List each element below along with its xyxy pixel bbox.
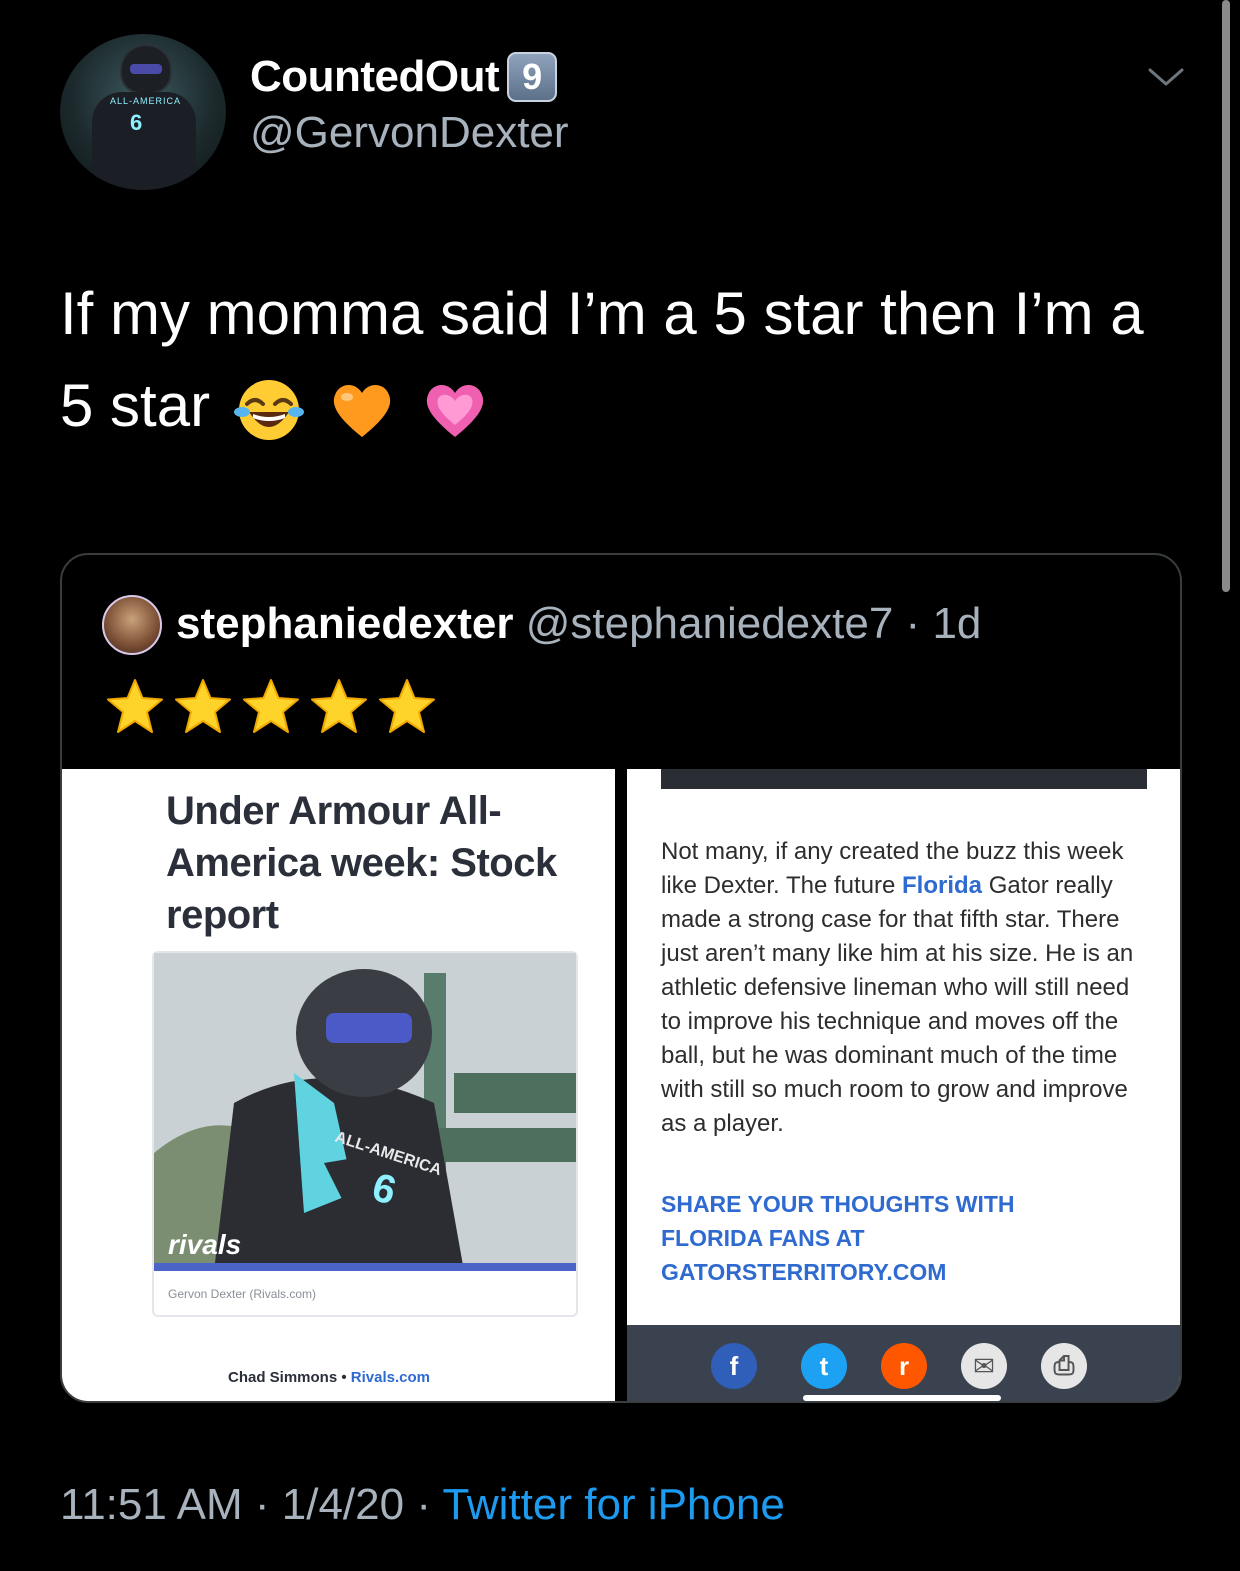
star-rating <box>104 677 438 735</box>
article-header-strip <box>661 769 1147 789</box>
byline-separator: • <box>341 1369 347 1386</box>
email-icon[interactable]: ✉ <box>961 1343 1007 1389</box>
article-photo-card: ALL-AMERICA 6 rivals Gervon Dexter (Riva… <box>152 951 578 1317</box>
author-handle[interactable]: @GervonDexter <box>250 108 569 158</box>
quoted-image-right[interactable]: Not many, if any created the buzz this w… <box>627 769 1180 1401</box>
facebook-icon[interactable]: f <box>711 1343 757 1389</box>
star-icon <box>311 679 367 733</box>
keycap-nine-emoji: 9 <box>507 52 558 102</box>
quoted-age: 1d <box>932 599 982 648</box>
tweet-body: If my momma said I’m a 5 star then I’m a… <box>60 280 1144 439</box>
quoted-handle[interactable]: @stephaniedexte7 <box>526 599 894 648</box>
quoted-separator: · <box>905 599 921 648</box>
star-icon <box>379 679 435 733</box>
avatar-visor <box>130 64 162 74</box>
chevron-down-icon[interactable] <box>1146 62 1186 92</box>
tweet-date: 1/4/20 <box>281 1480 405 1529</box>
byline-author: Chad Simmons <box>228 1369 338 1386</box>
photo-caption: Gervon Dexter (Rivals.com) <box>168 1287 317 1301</box>
meta-separator: · <box>254 1480 270 1529</box>
pink-heart-emoji <box>426 385 484 438</box>
player-illustration: ALL-AMERICA 6 <box>154 953 576 1271</box>
share-thoughts-cta: SHARE YOUR THOUGHTS WITH FLORIDA FANS AT… <box>661 1191 1015 1285</box>
avatar-jersey <box>92 92 196 190</box>
quoted-tweet-card[interactable]: stephaniedexter @stephaniedexte7 · 1d Un… <box>60 553 1182 1403</box>
article-title: Under Armour All-America week: Stock rep… <box>166 789 557 937</box>
quoted-header[interactable]: stephaniedexter @stephaniedexte7 · 1d <box>176 599 981 649</box>
laughing-tears-emoji <box>233 380 304 441</box>
article-photo: ALL-AMERICA 6 rivals <box>154 953 576 1271</box>
star-icon <box>243 679 299 733</box>
author-display-name[interactable]: CountedOut <box>250 52 500 102</box>
tweet-text: If my momma said I’m a 5 star then I’m a… <box>60 268 1190 452</box>
star-icon <box>175 679 231 733</box>
quoted-display-name[interactable]: stephaniedexter <box>176 599 513 648</box>
tweet-source-link[interactable]: Twitter for iPhone <box>442 1480 784 1529</box>
author-avatar[interactable]: ALL-AMERICA 6 <box>60 34 226 190</box>
scrollbar[interactable] <box>1222 0 1230 592</box>
orange-heart-emoji <box>334 385 391 438</box>
print-icon[interactable]: ⎙ <box>1041 1343 1087 1389</box>
reddit-icon[interactable]: r <box>881 1343 927 1389</box>
photo-accent-bar <box>154 1263 576 1271</box>
twitter-icon[interactable]: t <box>801 1343 847 1389</box>
quoted-image-left[interactable]: Under Armour All-America week: Stock rep… <box>62 769 615 1401</box>
rivals-logo: rivals <box>168 1229 242 1260</box>
avatar-jersey-number: 6 <box>130 110 143 135</box>
meta-separator: · <box>416 1480 431 1529</box>
avatar-jersey-text: ALL-AMERICA <box>110 96 182 106</box>
article-byline: Chad Simmons • Rivals.com <box>228 1369 430 1386</box>
author-name-row[interactable]: CountedOut 9 <box>250 50 558 104</box>
star-icon <box>107 679 163 733</box>
quoted-avatar[interactable] <box>102 595 162 655</box>
byline-site: Rivals.com <box>350 1369 431 1386</box>
tweet-meta: 11:51 AM · 1/4/20 · Twitter for iPhone <box>60 1480 785 1530</box>
article-body: Not many, if any created the buzz this w… <box>661 835 1151 1141</box>
home-indicator <box>803 1395 1001 1401</box>
florida-link: Florida <box>902 872 983 899</box>
tweet-time: 11:51 AM <box>60 1480 243 1529</box>
article-body-post: Gator really made a strong case for that… <box>661 872 1134 1137</box>
share-bar: f t r ✉ ⎙ <box>627 1325 1180 1401</box>
